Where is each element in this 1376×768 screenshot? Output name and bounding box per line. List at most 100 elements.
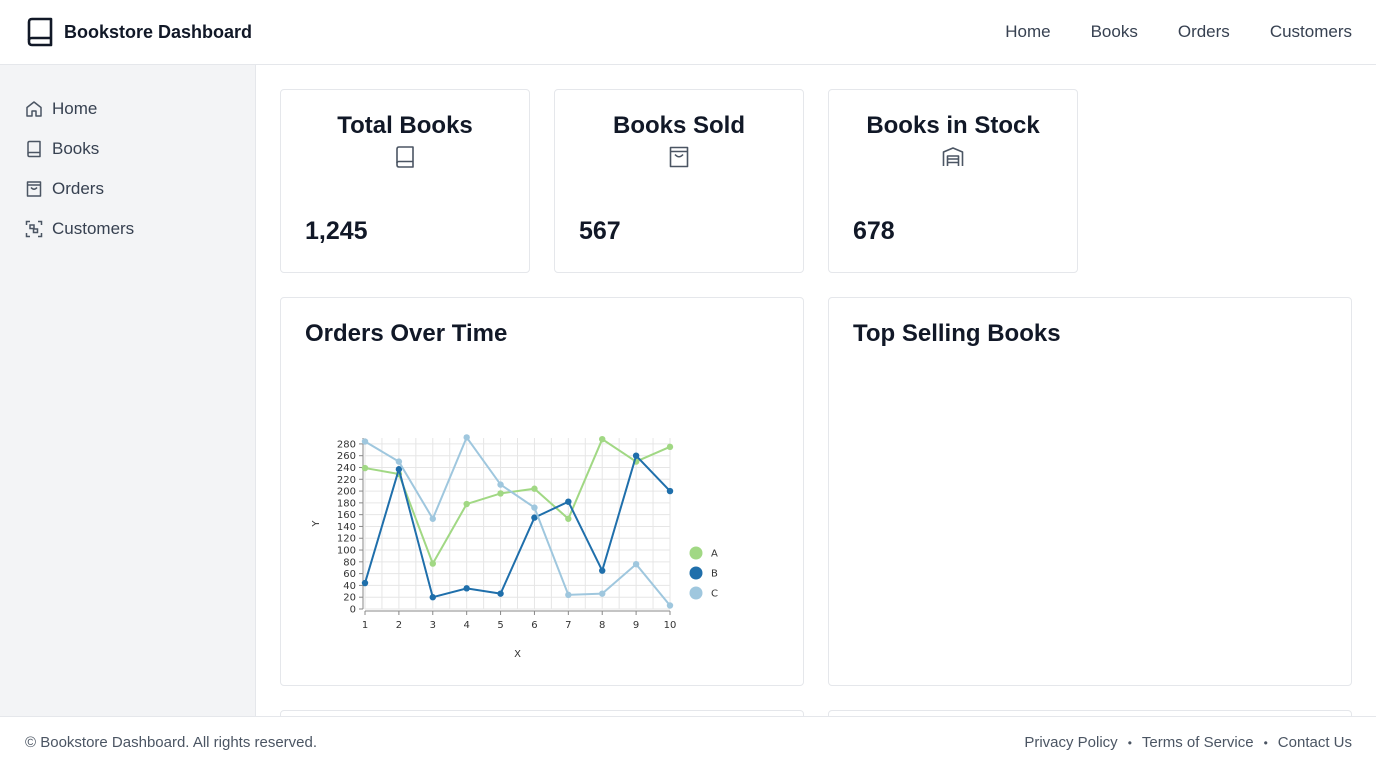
book-icon	[27, 140, 41, 158]
stat-title: Books in Stock	[866, 112, 1040, 139]
data-point-C	[463, 434, 470, 441]
panel-title: Top Selling Books	[853, 320, 1061, 347]
data-point-C	[429, 515, 436, 522]
sidebar-item-customers[interactable]: Customers	[0, 209, 255, 249]
legend-swatch-B	[689, 566, 703, 580]
brand[interactable]: Bookstore Dashboard	[26, 17, 252, 47]
terms-of-service-link[interactable]: Terms of Service	[1142, 734, 1254, 751]
data-point-B	[666, 487, 674, 495]
main-content: Total Books 1,245 Books Sold 567 Books i…	[256, 65, 1376, 716]
separator-dot: •	[1263, 735, 1268, 750]
data-point-C	[565, 591, 572, 599]
legend-label-C: C	[711, 589, 718, 600]
sidebar: Home Books Orders Customers	[0, 65, 256, 716]
y-axis-label: Y	[311, 520, 322, 528]
stat-value: 1,245	[305, 217, 368, 245]
orders-line-chart: 020406080100120140160180200220240260280 1…	[311, 434, 718, 660]
data-point-C	[531, 504, 538, 511]
data-point-A	[565, 515, 572, 522]
x-tick-label: 2	[396, 620, 402, 631]
y-tick-label: 220	[337, 475, 356, 486]
sidebar-item-label: Books	[52, 139, 100, 158]
x-tick-label: 4	[463, 620, 469, 631]
x-tick-label: 5	[497, 620, 503, 631]
data-point-C	[666, 602, 674, 609]
data-point-C	[361, 438, 369, 445]
y-tick-label: 120	[337, 534, 356, 545]
x-tick-label: 7	[565, 620, 571, 631]
sidebar-item-home[interactable]: Home	[0, 89, 255, 129]
sidebar-item-label: Customers	[52, 219, 135, 238]
legend-swatch-C	[689, 586, 703, 600]
x-tick-label: 1	[362, 620, 368, 631]
data-point-A	[531, 485, 538, 492]
y-tick-label: 200	[337, 487, 356, 498]
shopping-bag-icon	[26, 181, 42, 197]
y-tick-label: 280	[337, 439, 356, 450]
y-tick-label: 0	[350, 605, 356, 616]
nav-home[interactable]: Home	[1005, 22, 1050, 42]
orders-over-time-panel: Orders Over Time 0 20 40 60 80 100 120 140 160 18…	[280, 297, 804, 686]
y-tick-label: 40	[343, 581, 356, 592]
contact-us-link[interactable]: Contact Us	[1278, 734, 1352, 751]
y-tick-label: 80	[343, 557, 356, 568]
data-point-C	[497, 481, 504, 488]
privacy-policy-link[interactable]: Privacy Policy	[1024, 734, 1117, 751]
legend-swatch-A	[689, 546, 703, 560]
sidebar-item-orders[interactable]: Orders	[0, 169, 255, 209]
stat-value: 567	[579, 217, 621, 245]
x-tick-label: 8	[599, 620, 605, 631]
y-tick-label: 20	[343, 593, 356, 604]
x-tick-label: 9	[633, 620, 639, 631]
data-point-A	[599, 435, 606, 443]
data-point-A	[361, 464, 369, 472]
book-icon	[26, 17, 54, 47]
footer: © Bookstore Dashboard. All rights reserv…	[0, 716, 1376, 768]
stat-title: Total Books	[337, 112, 473, 139]
y-tick-label: 260	[337, 451, 356, 462]
sidebar-item-label: Orders	[52, 179, 104, 198]
footer-links: Privacy Policy • Terms of Service • Cont…	[1024, 734, 1352, 751]
nav-customers[interactable]: Customers	[1270, 22, 1352, 42]
copyright-text: © Bookstore Dashboard. All rights reserv…	[25, 734, 318, 751]
top-header: Bookstore Dashboard Home Books Orders Cu…	[0, 0, 1376, 65]
data-point-C	[599, 590, 606, 597]
y-tick-label: 60	[343, 569, 356, 580]
legend-label-A: A	[711, 549, 718, 560]
y-tick-label: 240	[337, 463, 356, 474]
nav-books[interactable]: Books	[1091, 22, 1138, 42]
data-point-B	[429, 594, 436, 601]
shopping-bag-icon	[669, 146, 689, 168]
data-point-B	[632, 452, 640, 459]
home-icon	[26, 101, 42, 117]
y-tick-label: 100	[337, 546, 356, 557]
data-point-B	[361, 579, 369, 587]
data-point-A	[666, 443, 674, 451]
stat-value: 678	[853, 217, 895, 245]
x-tick-label: 10	[664, 620, 677, 631]
sidebar-item-books[interactable]: Books	[0, 129, 255, 169]
data-point-A	[429, 560, 436, 567]
data-point-A	[463, 500, 470, 508]
customers-icon	[25, 220, 43, 238]
x-tick-label: 3	[430, 620, 436, 631]
y-tick-label: 160	[337, 510, 356, 521]
nav-orders[interactable]: Orders	[1178, 22, 1230, 42]
data-point-B	[497, 590, 504, 597]
y-tick-label: 180	[337, 498, 356, 509]
panel-title: Orders Over Time	[305, 320, 508, 347]
stat-title: Books Sold	[612, 112, 745, 139]
data-point-B	[565, 498, 572, 505]
data-point-B	[463, 585, 470, 592]
data-point-B	[599, 567, 606, 574]
sidebar-item-label: Home	[52, 99, 98, 118]
x-axis-label: X	[514, 649, 521, 660]
separator-dot: •	[1127, 735, 1132, 750]
top-nav: Home Books Orders Customers	[1005, 22, 1352, 42]
book-icon	[396, 146, 414, 168]
data-point-C	[632, 560, 640, 568]
stat-card-books-in-stock: Books in Stock 678	[828, 89, 1078, 273]
app-title: Bookstore Dashboard	[64, 21, 253, 42]
data-point-C	[395, 458, 403, 465]
x-tick-label: 6	[531, 620, 537, 631]
